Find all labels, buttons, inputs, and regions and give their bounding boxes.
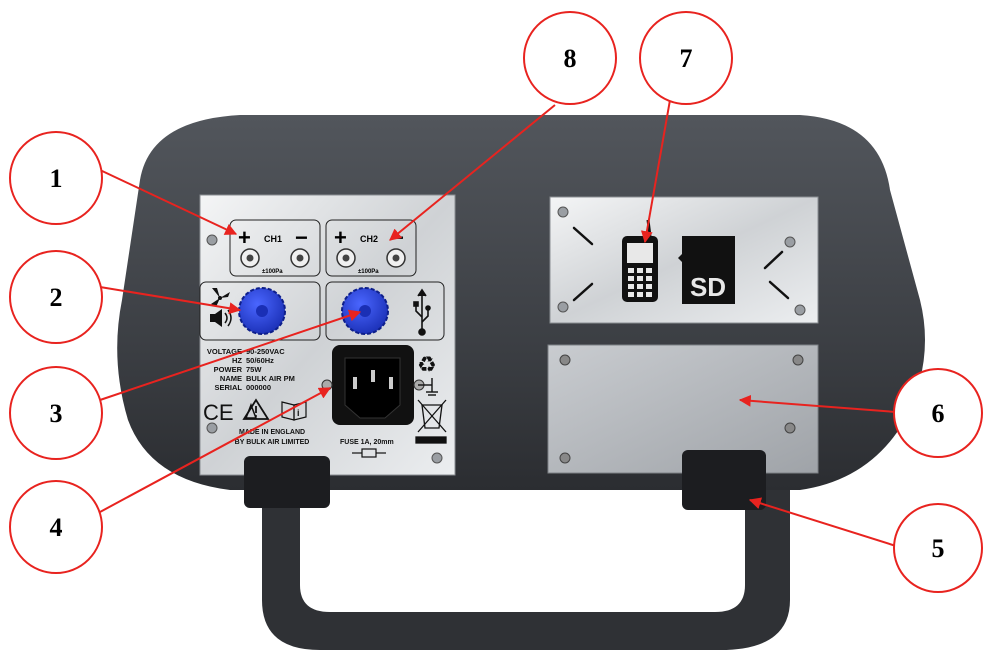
ch2-label: CH2 xyxy=(360,234,378,244)
fan-speaker-connector-knob[interactable] xyxy=(238,287,286,335)
screw-icon xyxy=(431,452,443,464)
ch2-range: ±100Pa xyxy=(358,269,379,275)
screw-icon xyxy=(557,301,569,313)
screw-icon xyxy=(559,452,571,464)
screw-icon xyxy=(559,354,571,366)
ch1-range: ±100Pa xyxy=(262,269,283,275)
callout-8: 8 xyxy=(523,11,617,105)
spec-value-name: BULK AIR PM xyxy=(246,374,295,383)
port-hole xyxy=(342,254,350,262)
screw-icon xyxy=(784,422,796,434)
device-diagram: + CH1 − ±100Pa + CH2 − ±100Pa VOLTAGE 90… xyxy=(9,11,983,650)
callout-3-label: 3 xyxy=(50,399,63,428)
callout-1: 1 xyxy=(9,131,103,225)
screw-icon xyxy=(557,206,569,218)
power-inlet-socket[interactable] xyxy=(321,345,425,425)
callout-2: 2 xyxy=(9,250,103,344)
spec-key-name: NAME xyxy=(220,374,242,383)
sd-card-label: SD xyxy=(690,272,726,302)
callout-7-label: 7 xyxy=(680,44,693,73)
port-hole xyxy=(246,254,254,262)
fuse-label: FUSE 1A, 20mm xyxy=(340,439,394,446)
screw-icon xyxy=(784,236,796,248)
port-hole xyxy=(392,254,400,262)
made-in-line2: BY BULK AIR LIMITED xyxy=(235,439,310,446)
screw-icon xyxy=(206,234,218,246)
ch1-plus-symbol: + xyxy=(238,225,251,250)
callout-4: 4 xyxy=(9,480,103,574)
spec-value-power: 75W xyxy=(246,365,262,374)
callout-6-label: 6 xyxy=(932,399,945,428)
left-rear-panel: + CH1 − ±100Pa + CH2 − ±100Pa VOLTAGE 90… xyxy=(199,194,456,476)
callout-8-label: 8 xyxy=(564,44,577,73)
screw-icon xyxy=(794,304,806,316)
right-top-panel: SD xyxy=(549,196,819,324)
left-foot xyxy=(244,456,330,508)
ch1-minus-symbol: − xyxy=(295,225,308,250)
sd-card-icon: SD xyxy=(678,236,735,304)
callout-7: 7 xyxy=(639,11,733,105)
spec-key-hz: HZ xyxy=(232,356,242,365)
svg-text:i: i xyxy=(297,408,300,418)
callout-2-label: 2 xyxy=(50,283,63,312)
ce-mark: CE xyxy=(203,400,234,425)
usb-connector-knob[interactable] xyxy=(341,287,389,335)
callout-1-label: 1 xyxy=(50,164,63,193)
callout-3: 3 xyxy=(9,366,103,460)
ch1-label: CH1 xyxy=(264,234,282,244)
spec-value-serial: 000000 xyxy=(246,383,271,392)
recycle-icon: ♻ xyxy=(417,352,437,377)
spec-value-hz: 50/60Hz xyxy=(246,356,274,365)
ch2-plus-symbol: + xyxy=(334,225,347,250)
callout-5: 5 xyxy=(893,503,983,593)
callout-5-label: 5 xyxy=(932,534,945,563)
callout-6: 6 xyxy=(893,368,983,458)
screw-icon xyxy=(792,354,804,366)
spec-key-power: POWER xyxy=(214,365,243,374)
callout-4-label: 4 xyxy=(50,513,63,542)
port-hole xyxy=(296,254,304,262)
spec-key-serial: SERIAL xyxy=(214,383,242,392)
